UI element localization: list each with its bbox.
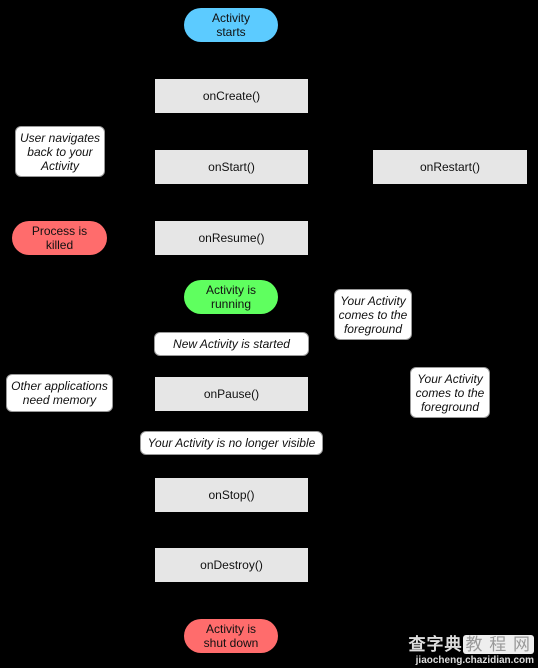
watermark-sub: 教 程 网 <box>462 635 534 654</box>
no-longer-visible-note: Your Activity is no longer visible <box>140 431 323 455</box>
on-resume-node: onResume() <box>155 221 308 255</box>
activity-shut-down-node: Activity is shut down <box>184 619 278 653</box>
other-apps-need-memory-note: Other applications need memory <box>6 374 113 412</box>
watermark-url: jiaocheng.chazidian.com <box>415 655 534 666</box>
comes-to-foreground-note-1: Your Activity comes to the foreground <box>334 289 412 340</box>
watermark: 查字典教 程 网 jiaocheng.chazidian.com <box>409 630 534 666</box>
process-killed-node: Process is killed <box>12 221 107 255</box>
activity-starts-node: Activity starts <box>184 8 278 42</box>
comes-to-foreground-note-2: Your Activity comes to the foreground <box>410 367 490 418</box>
on-pause-node: onPause() <box>155 377 308 411</box>
new-activity-started-note: New Activity is started <box>154 332 309 356</box>
on-destroy-node: onDestroy() <box>155 548 308 582</box>
on-start-node: onStart() <box>155 150 308 184</box>
activity-lifecycle-diagram: Activity starts onCreate() User navigate… <box>0 0 538 668</box>
on-stop-node: onStop() <box>155 478 308 512</box>
on-restart-node: onRestart() <box>373 150 527 184</box>
user-navigates-back-note: User navigates back to your Activity <box>15 126 105 177</box>
watermark-main: 查字典 <box>408 635 463 654</box>
activity-running-node: Activity is running <box>184 280 278 314</box>
on-create-node: onCreate() <box>155 79 308 113</box>
